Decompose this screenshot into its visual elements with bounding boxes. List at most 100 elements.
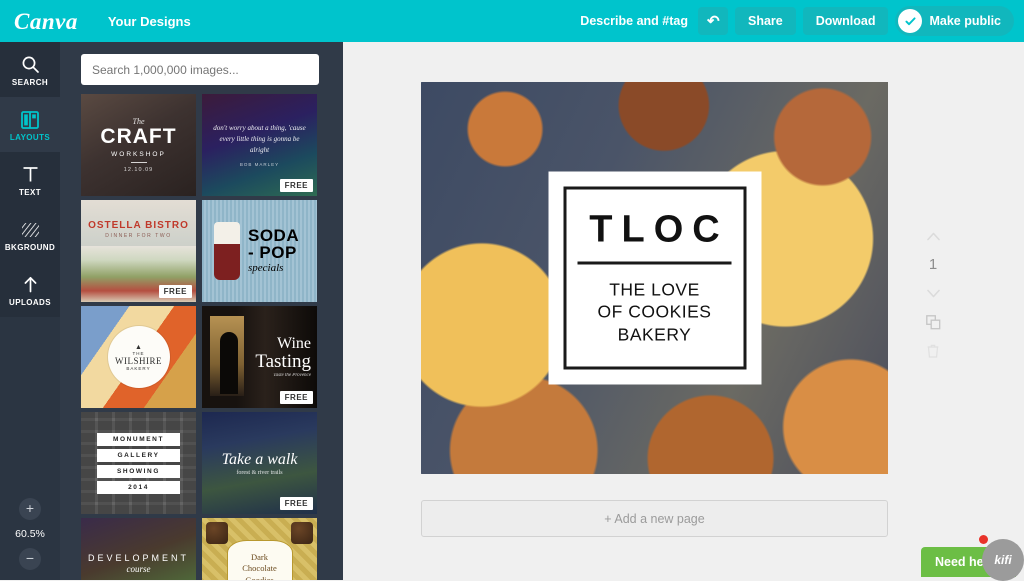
template-wine-line3: Taste the Provence bbox=[273, 373, 311, 378]
template-monument-bar-3: SHOWING bbox=[97, 464, 180, 478]
layouts-panel: The CRAFT WORKSHOP 12.10.09 don't worry … bbox=[60, 42, 343, 580]
background-icon bbox=[21, 217, 40, 239]
sidebar-item-uploads[interactable]: UPLOADS bbox=[0, 262, 60, 317]
move-down-icon[interactable] bbox=[926, 285, 940, 301]
design-brand-text: TLOC bbox=[589, 208, 729, 251]
sidebar-item-search[interactable]: SEARCH bbox=[0, 42, 60, 97]
free-badge: FREE bbox=[279, 179, 313, 192]
sidebar-item-layouts[interactable]: LAYOUTS bbox=[0, 97, 60, 152]
template-craft-small: The bbox=[132, 116, 145, 126]
template-craft-sub: WORKSHOP bbox=[111, 151, 166, 159]
template-monument-bar-2: GALLERY bbox=[97, 448, 180, 462]
template-ostella-bistro[interactable]: OSTELLA BISTRO DINNER FOR TWO FREE bbox=[81, 200, 196, 302]
template-craft-date: 12.10.09 bbox=[123, 167, 154, 174]
template-wine-line2: Tasting bbox=[255, 351, 311, 372]
template-choc-line1: Dark bbox=[251, 551, 268, 562]
add-new-page-button[interactable]: + Add a new page bbox=[421, 500, 888, 537]
zoom-out-button[interactable]: − bbox=[19, 548, 41, 570]
template-walk-line1: Take a walk bbox=[221, 450, 298, 468]
page-number: 1 bbox=[928, 256, 938, 273]
template-wine-tasting[interactable]: Wine Tasting Taste the Provence FREE bbox=[202, 306, 317, 408]
sidebar-label-search: SEARCH bbox=[11, 78, 49, 87]
template-craft-divider bbox=[130, 162, 147, 164]
free-badge: FREE bbox=[158, 285, 192, 298]
template-dev-line2: course bbox=[126, 563, 151, 574]
template-soda-line3: specials bbox=[248, 261, 284, 274]
template-craft-title: CRAFT bbox=[100, 124, 177, 148]
template-soda-bottle bbox=[214, 222, 240, 280]
free-badge: FREE bbox=[279, 391, 313, 404]
template-monument-bar-4: 2014 bbox=[97, 480, 180, 494]
template-wilshire-bakery[interactable]: ▲ THE WILSHIRE BAKERY bbox=[81, 306, 196, 408]
upload-arrow-icon bbox=[21, 272, 40, 294]
template-ostella-sub: DINNER FOR TWO bbox=[105, 232, 172, 239]
design-logo-divider bbox=[577, 261, 732, 265]
template-dev-line1: DEVELOPMENT bbox=[87, 552, 189, 563]
sidebar-label-background: BKGROUND bbox=[4, 243, 56, 252]
sidebar-item-text[interactable]: TEXT bbox=[0, 152, 60, 207]
template-palm-author: BOB MARLEY bbox=[239, 161, 280, 167]
share-button[interactable]: Share bbox=[734, 7, 796, 35]
template-ostella-title: OSTELLA BISTRO bbox=[88, 219, 189, 231]
move-up-icon[interactable] bbox=[926, 228, 940, 244]
top-bar-actions: Describe and #tag ↷ Share Download Make … bbox=[580, 0, 1024, 42]
left-tool-rail: SEARCH LAYOUTS TEXT BKGROUND UPLOADS + 6… bbox=[0, 42, 60, 580]
delete-page-icon[interactable] bbox=[927, 343, 939, 359]
search-input[interactable] bbox=[81, 54, 319, 85]
zoom-in-button[interactable]: + bbox=[19, 498, 41, 520]
wheat-icon: ▲ bbox=[135, 343, 142, 351]
help-widget: Need help? kifi bbox=[921, 535, 1024, 581]
notification-dot-icon bbox=[979, 535, 988, 544]
template-palm-quote[interactable]: don't worry about a thing, 'cause every … bbox=[202, 94, 317, 196]
top-bar: Canva Your Designs Describe and #tag ↷ S… bbox=[0, 0, 1024, 42]
sidebar-item-background[interactable]: BKGROUND bbox=[0, 207, 60, 262]
make-public-toggle[interactable]: Make public bbox=[895, 6, 1014, 36]
template-palm-quote-text: don't worry about a thing, 'cause every … bbox=[213, 124, 306, 154]
layouts-icon bbox=[21, 107, 39, 129]
design-tagline-line3: BAKERY bbox=[617, 324, 692, 345]
canvas-area: TLOC THE LOVE OF COOKIES BAKERY 1 + Add … bbox=[343, 42, 1024, 580]
design-logo-border: TLOC THE LOVE OF COOKIES BAKERY bbox=[563, 186, 746, 370]
canva-logo[interactable]: Canva bbox=[14, 10, 78, 33]
free-badge: FREE bbox=[279, 497, 313, 510]
template-soda-pop[interactable]: SODA - POP specials bbox=[202, 200, 317, 302]
template-choc-line2: Chocolate bbox=[242, 563, 277, 574]
design-canvas-page-1[interactable]: TLOC THE LOVE OF COOKIES BAKERY bbox=[421, 82, 888, 474]
template-soda-line2: - POP bbox=[248, 242, 297, 262]
template-wilshire-badge: ▲ THE WILSHIRE BAKERY bbox=[107, 326, 170, 388]
search-icon bbox=[21, 52, 40, 74]
design-tagline-line2: OF COOKIES bbox=[597, 301, 712, 322]
duplicate-page-icon[interactable] bbox=[925, 314, 941, 330]
make-public-label: Make public bbox=[929, 14, 1001, 28]
zoom-controls: + 60.5% − bbox=[0, 498, 60, 570]
template-choc-line3: Goodies bbox=[245, 574, 274, 580]
template-grid: The CRAFT WORKSHOP 12.10.09 don't worry … bbox=[60, 94, 343, 580]
text-icon bbox=[21, 162, 40, 184]
sidebar-label-text: TEXT bbox=[18, 188, 42, 197]
sidebar-label-layouts: LAYOUTS bbox=[9, 133, 51, 142]
template-monument-gallery[interactable]: MONUMENT GALLERY SHOWING 2014 bbox=[81, 412, 196, 514]
sidebar-label-uploads: UPLOADS bbox=[9, 298, 51, 307]
undo-arrow-icon: ↷ bbox=[706, 12, 720, 30]
design-logo-block[interactable]: TLOC THE LOVE OF COOKIES BAKERY bbox=[548, 171, 761, 385]
template-walk-line2: forest & river trails bbox=[236, 469, 283, 476]
template-monument-bar-1: MONUMENT bbox=[97, 432, 180, 446]
template-dark-chocolate[interactable]: Dark Chocolate Goodies bbox=[202, 518, 317, 580]
describe-and-tag-field[interactable]: Describe and #tag bbox=[580, 14, 688, 28]
design-tagline-line1: THE LOVE bbox=[609, 279, 700, 300]
your-designs-link[interactable]: Your Designs bbox=[108, 14, 191, 29]
template-development-course[interactable]: DEVELOPMENT course FOR ALL AGES bbox=[81, 518, 196, 580]
template-craft-workshop[interactable]: The CRAFT WORKSHOP 12.10.09 bbox=[81, 94, 196, 196]
kifi-badge-button[interactable]: kifi bbox=[982, 539, 1024, 581]
template-take-a-walk[interactable]: Take a walk forest & river trails FREE bbox=[202, 412, 317, 514]
page-tools: 1 bbox=[903, 228, 963, 359]
zoom-level-label: 60.5% bbox=[15, 528, 45, 540]
search-field-wrapper bbox=[60, 42, 343, 94]
check-circle-icon bbox=[898, 9, 923, 33]
template-wilshire-mid: WILSHIRE bbox=[115, 355, 162, 366]
template-wine-line1: Wine bbox=[276, 335, 311, 352]
download-button[interactable]: Download bbox=[802, 7, 889, 35]
undo-button[interactable]: ↷ bbox=[697, 7, 728, 35]
design-tagline: THE LOVE OF COOKIES BAKERY bbox=[598, 278, 712, 345]
template-wilshire-small: BAKERY bbox=[126, 365, 151, 371]
